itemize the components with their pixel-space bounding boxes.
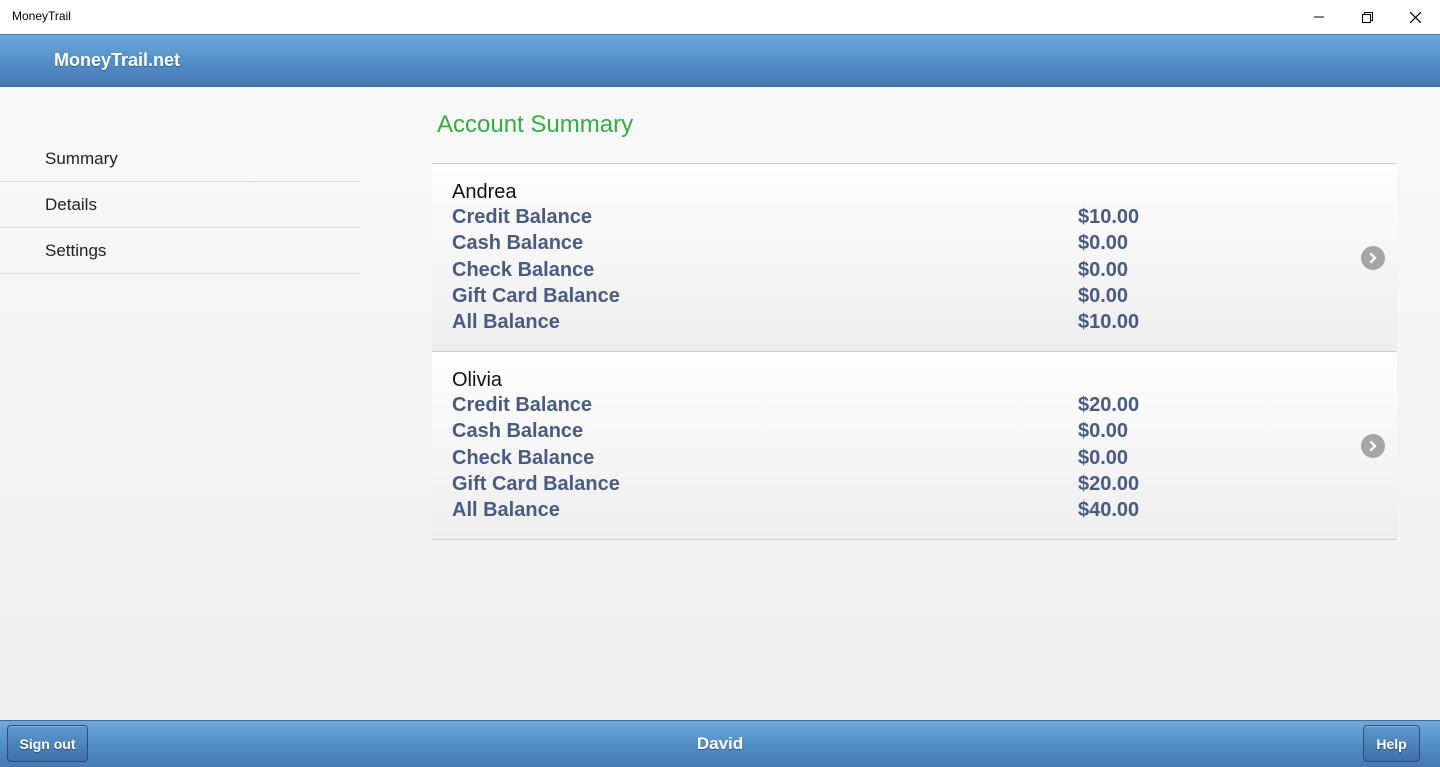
balance-label: Gift Card Balance [452, 284, 620, 307]
current-user: David [696, 734, 744, 753]
balance-row: Gift Card Balance $20.00 [452, 473, 1152, 499]
balance-label: Gift Card Balance [452, 472, 620, 495]
sidebar-item-details[interactable]: Details [0, 182, 360, 228]
account-card-olivia[interactable]: Olivia Credit Balance $20.00 Cash Balanc… [432, 352, 1397, 540]
balance-row: Credit Balance $10.00 [452, 206, 1152, 232]
restore-button[interactable] [1344, 0, 1390, 34]
app-footer: Sign out David Help [0, 720, 1440, 767]
page-title: Account Summary [437, 111, 634, 138]
account-name: Andrea [452, 181, 517, 203]
chevron-right-circle-icon[interactable] [1361, 246, 1385, 270]
content-area: Summary Details Settings Account Summary… [0, 87, 1440, 720]
balance-value: $20.00 [1078, 394, 1140, 416]
close-button[interactable] [1392, 0, 1438, 34]
balance-value: $10.00 [1078, 311, 1140, 334]
chevron-right-circle-icon[interactable] [1361, 434, 1385, 458]
balance-label: All Balance [452, 311, 560, 334]
balance-value: $0.00 [1078, 258, 1129, 281]
account-list: Andrea Credit Balance $10.00 Cash Balanc… [432, 163, 1397, 540]
balance-label: Check Balance [452, 446, 595, 469]
balance-list: Credit Balance $10.00 Cash Balance $0.00… [452, 206, 1152, 337]
account-card-andrea[interactable]: Andrea Credit Balance $10.00 Cash Balanc… [432, 164, 1397, 352]
balance-row: Cash Balance $0.00 [452, 420, 1152, 446]
minimize-icon [1314, 16, 1324, 18]
balance-value: $40.00 [1078, 499, 1140, 522]
help-button[interactable]: Help [1363, 725, 1420, 762]
window-titlebar: MoneyTrail [0, 0, 1440, 34]
balance-value: $0.00 [1078, 446, 1129, 469]
account-name: Olivia [452, 369, 503, 391]
balance-label: Credit Balance [452, 394, 593, 416]
balance-row: Credit Balance $20.00 [452, 394, 1152, 420]
balance-value: $10.00 [1078, 206, 1140, 228]
balance-row: All Balance $10.00 [452, 311, 1152, 337]
balance-row: Cash Balance $0.00 [452, 232, 1152, 258]
balance-label: Cash Balance [452, 420, 584, 443]
window-title: MoneyTrail [12, 9, 71, 23]
sign-out-button[interactable]: Sign out [7, 725, 88, 762]
balance-list: Credit Balance $20.00 Cash Balance $0.00… [452, 394, 1152, 525]
balance-label: All Balance [452, 499, 560, 522]
balance-label: Credit Balance [452, 206, 593, 228]
balance-value: $20.00 [1078, 472, 1140, 495]
balance-row: Gift Card Balance $0.00 [452, 285, 1152, 311]
brand-title: MoneyTrail.net [54, 50, 181, 70]
balance-label: Cash Balance [452, 232, 584, 255]
sidebar-item-summary[interactable]: Summary [0, 136, 360, 182]
app-header: MoneyTrail.net [0, 34, 1440, 87]
balance-value: $0.00 [1078, 284, 1129, 307]
balance-value: $0.00 [1078, 420, 1129, 443]
balance-row: Check Balance $0.00 [452, 259, 1152, 285]
restore-icon [1361, 11, 1373, 23]
balance-row: All Balance $40.00 [452, 499, 1152, 525]
sidebar-item-settings[interactable]: Settings [0, 228, 360, 274]
balance-label: Check Balance [452, 258, 595, 281]
balance-value: $0.00 [1078, 232, 1129, 255]
sidebar-nav: Summary Details Settings [0, 136, 360, 274]
close-icon [1409, 11, 1421, 23]
balance-row: Check Balance $0.00 [452, 447, 1152, 473]
minimize-button[interactable] [1296, 0, 1342, 34]
